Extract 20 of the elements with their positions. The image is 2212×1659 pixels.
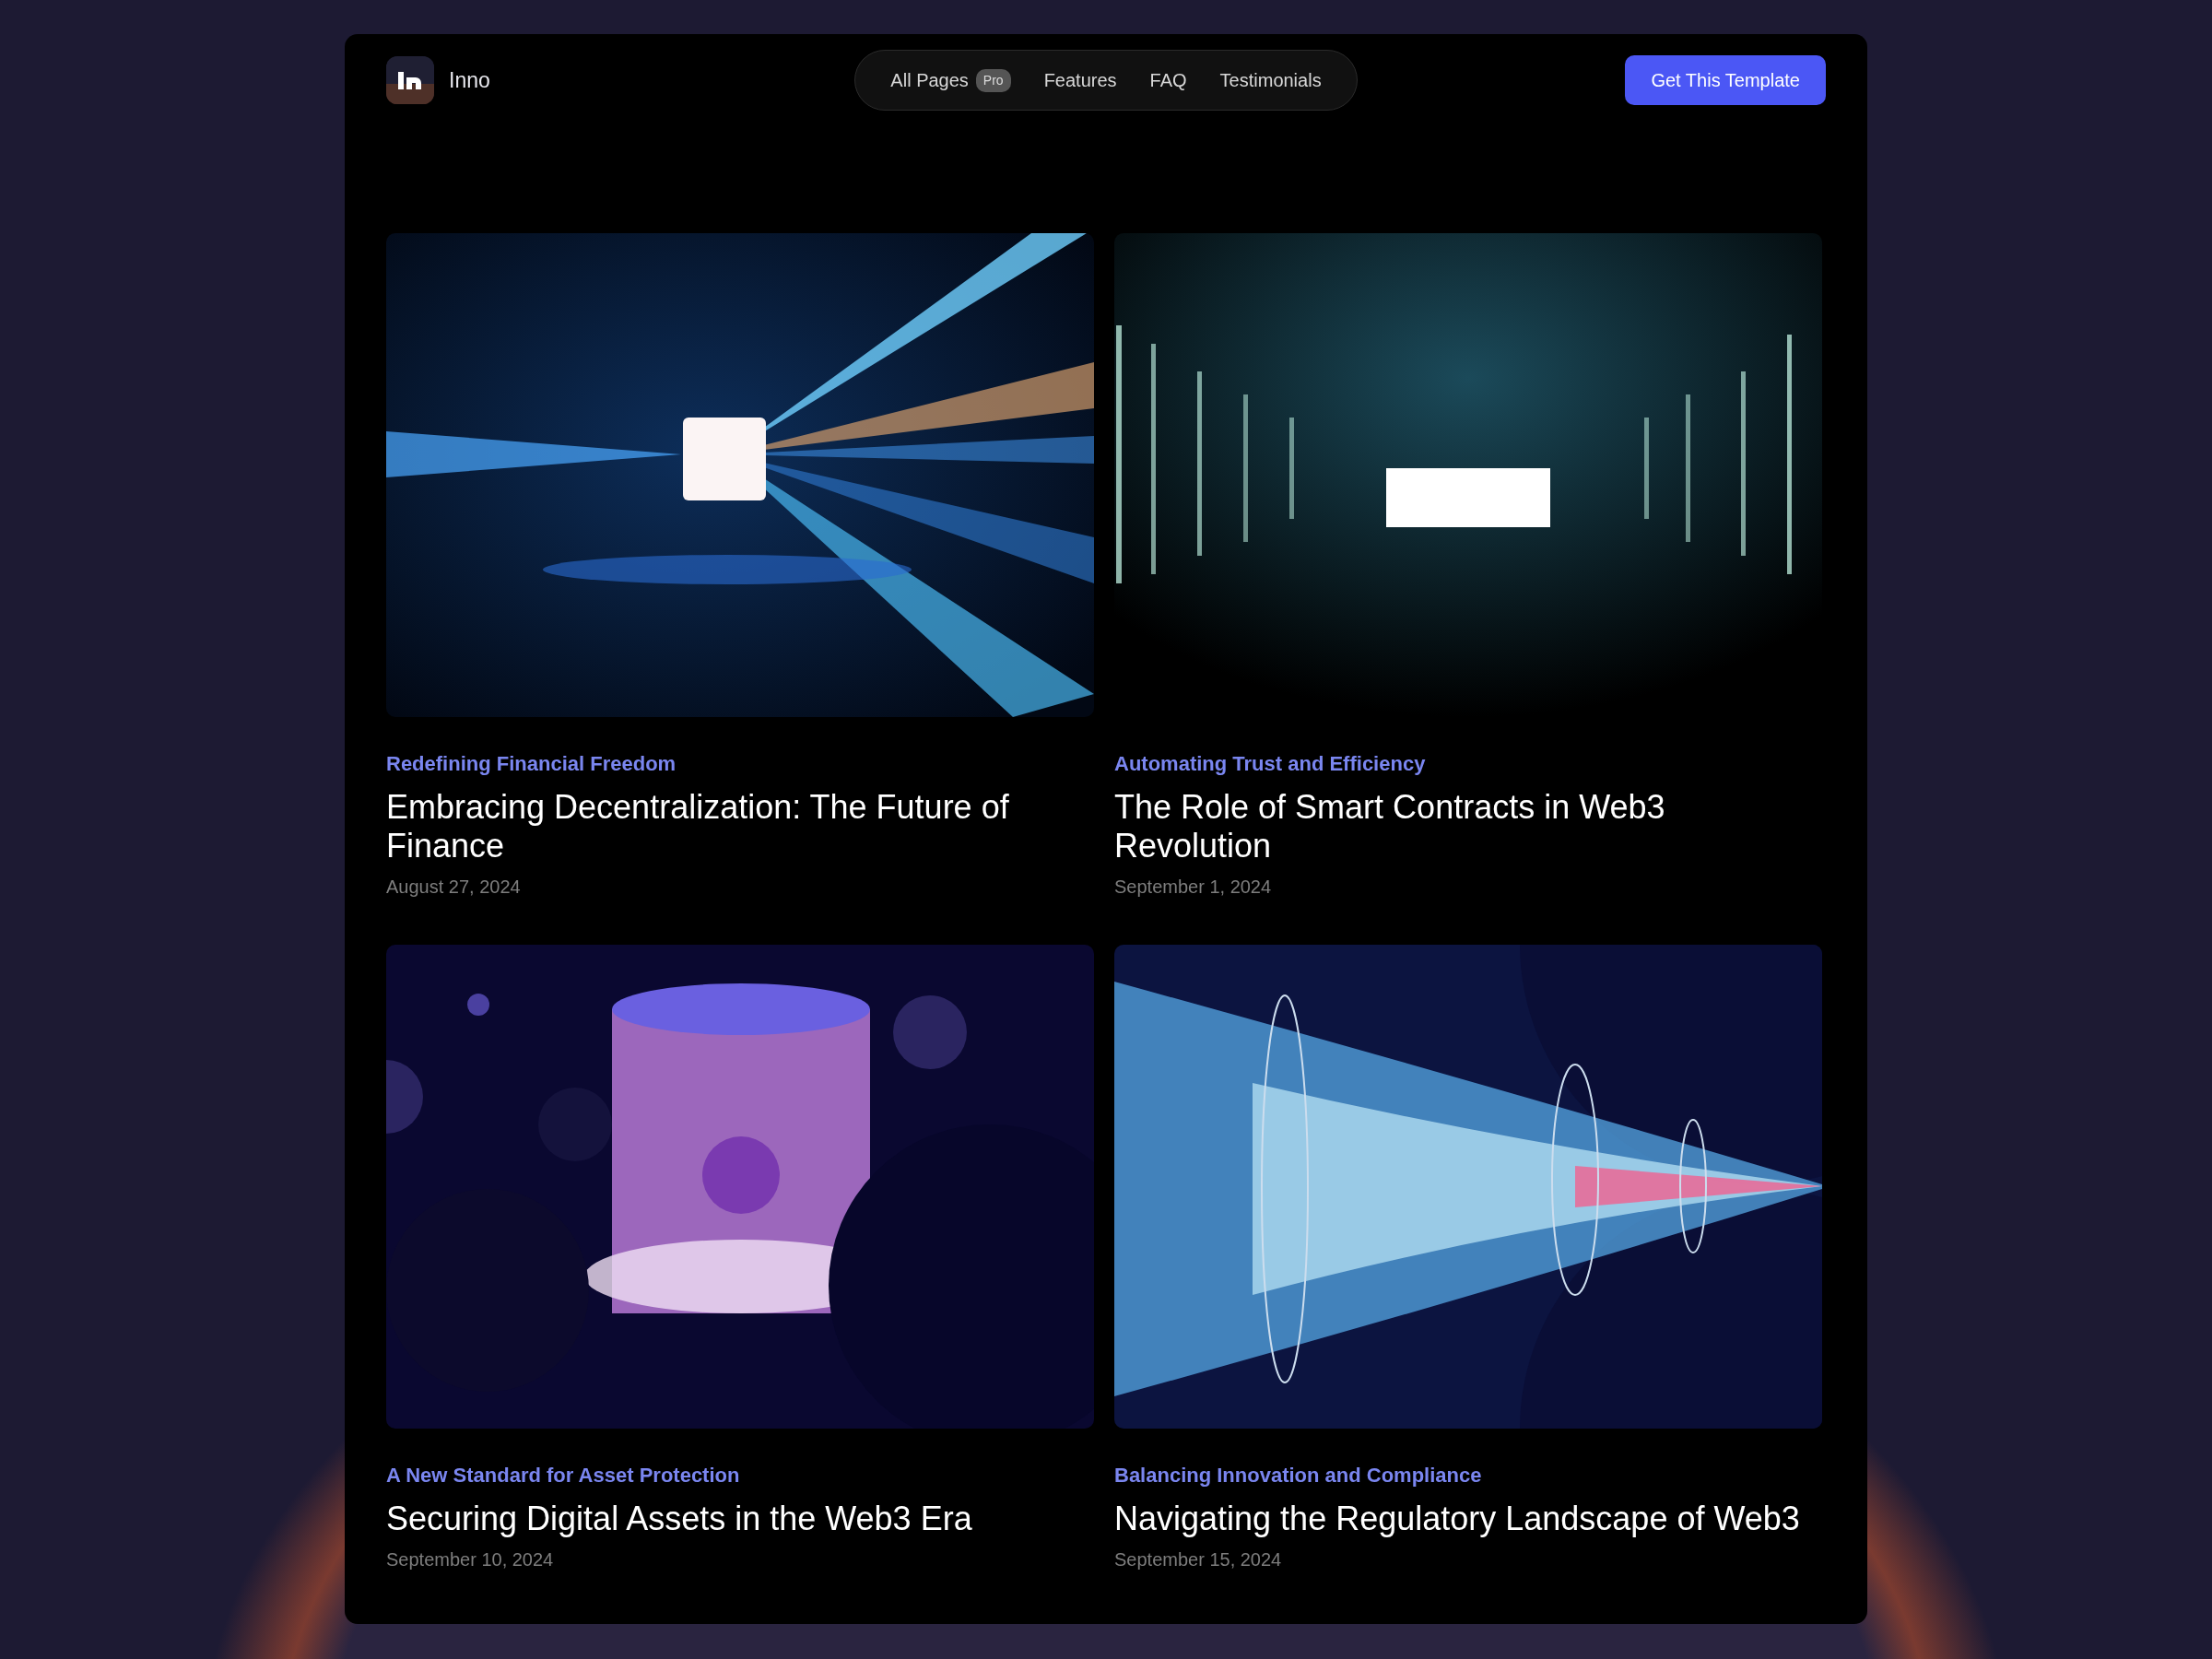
post-date: September 1, 2024 xyxy=(1114,876,1273,899)
post-title[interactable]: Embracing Decentralization: The Future of Finance xyxy=(386,788,1094,865)
nav-link[interactable]: Testimonials xyxy=(1219,66,1322,94)
nav-link[interactable]: Features xyxy=(1043,66,1117,94)
nav-link[interactable]: All Pages xyxy=(890,66,969,94)
post-category: Automating Trust and Efficiency xyxy=(1114,751,1427,777)
pro-badge: Pro xyxy=(975,68,1011,92)
post-category: Redefining Financial Freedom xyxy=(386,751,677,777)
get-template-button[interactable]: Get This Template xyxy=(1625,55,1826,105)
post-date: September 15, 2024 xyxy=(1114,1548,1283,1571)
post-title[interactable]: Securing Digital Assets in the Web3 Era xyxy=(386,1500,1094,1538)
post-title[interactable]: The Role of Smart Contracts in Web3 Revolution xyxy=(1114,788,1822,865)
logo-icon xyxy=(386,56,434,104)
post-category: Balancing Innovation and Compliance xyxy=(1114,1463,1483,1488)
nav-link[interactable]: FAQ xyxy=(1149,66,1187,94)
post-date: September 10, 2024 xyxy=(386,1548,555,1571)
brand-name: Inno xyxy=(449,66,490,94)
post-date: August 27, 2024 xyxy=(386,876,522,899)
post-title[interactable]: Navigating the Regulatory Landscape of Web3 xyxy=(1114,1500,1822,1538)
post-category: A New Standard for Asset Protection xyxy=(386,1463,741,1488)
